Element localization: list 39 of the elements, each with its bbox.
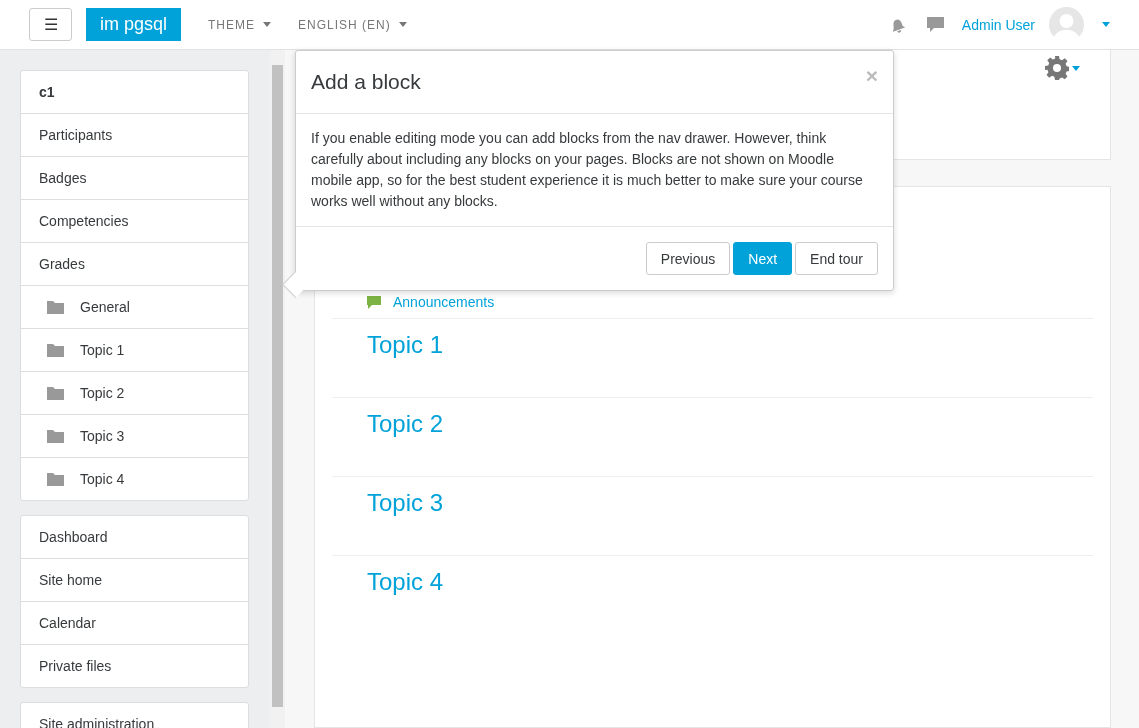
popover-text: If you enable editing mode you can add blocks from the nav drawer. However, think carefully about including any blocks on your pages. Blocks are not shown on Moodle mobile app, so for the best student experience it is much better to make sure your course works well without any blocks. [296, 114, 893, 227]
section-label: Topic 2 [80, 385, 125, 401]
nav-item[interactable]: Calendar [21, 601, 249, 644]
nav-item[interactable]: Grades [21, 242, 249, 285]
menu-button[interactable]: ☰ [29, 8, 72, 41]
folder-icon [47, 300, 64, 314]
folder-icon [47, 343, 64, 357]
caret-icon [263, 22, 272, 27]
folder-icon [47, 472, 64, 486]
nav-item[interactable]: Private files [21, 644, 249, 687]
caret-icon [1102, 22, 1110, 27]
menu-link[interactable]: THEME [208, 17, 272, 32]
tour-button[interactable]: End tour [795, 242, 878, 275]
section-label: Topic 3 [80, 428, 125, 444]
nav-item[interactable]: Dashboard [21, 516, 249, 558]
settings-icon [1045, 56, 1069, 80]
popover-title: Add a block [311, 70, 421, 94]
section-item[interactable]: Topic 1 [21, 328, 249, 371]
menu-link[interactable]: ENGLISH (EN) [298, 17, 407, 32]
section-item[interactable]: General [21, 285, 249, 328]
section-item[interactable]: Topic 4 [21, 457, 249, 500]
section-item[interactable]: Topic 2 [21, 371, 249, 414]
section-label: Topic 4 [80, 471, 125, 487]
section-label: General [80, 299, 130, 315]
nav-item[interactable]: Competencies [21, 199, 249, 242]
scrollbar[interactable] [270, 50, 285, 728]
chat-icon[interactable] [926, 16, 944, 33]
nav-item[interactable]: Site home [21, 558, 249, 601]
section-label: Topic 1 [80, 342, 125, 358]
folder-icon [47, 386, 64, 400]
course-name-item[interactable]: c1 [21, 71, 249, 113]
folder-icon [47, 429, 64, 443]
section-item[interactable]: Topic 3 [21, 414, 249, 457]
caret-icon [398, 22, 407, 27]
nav-item[interactable]: Badges [21, 156, 249, 199]
tour-button[interactable]: Previous [645, 242, 731, 275]
caret-icon [1072, 65, 1080, 71]
settings-menu[interactable] [1045, 56, 1080, 80]
nav-item[interactable]: Participants [21, 113, 249, 156]
